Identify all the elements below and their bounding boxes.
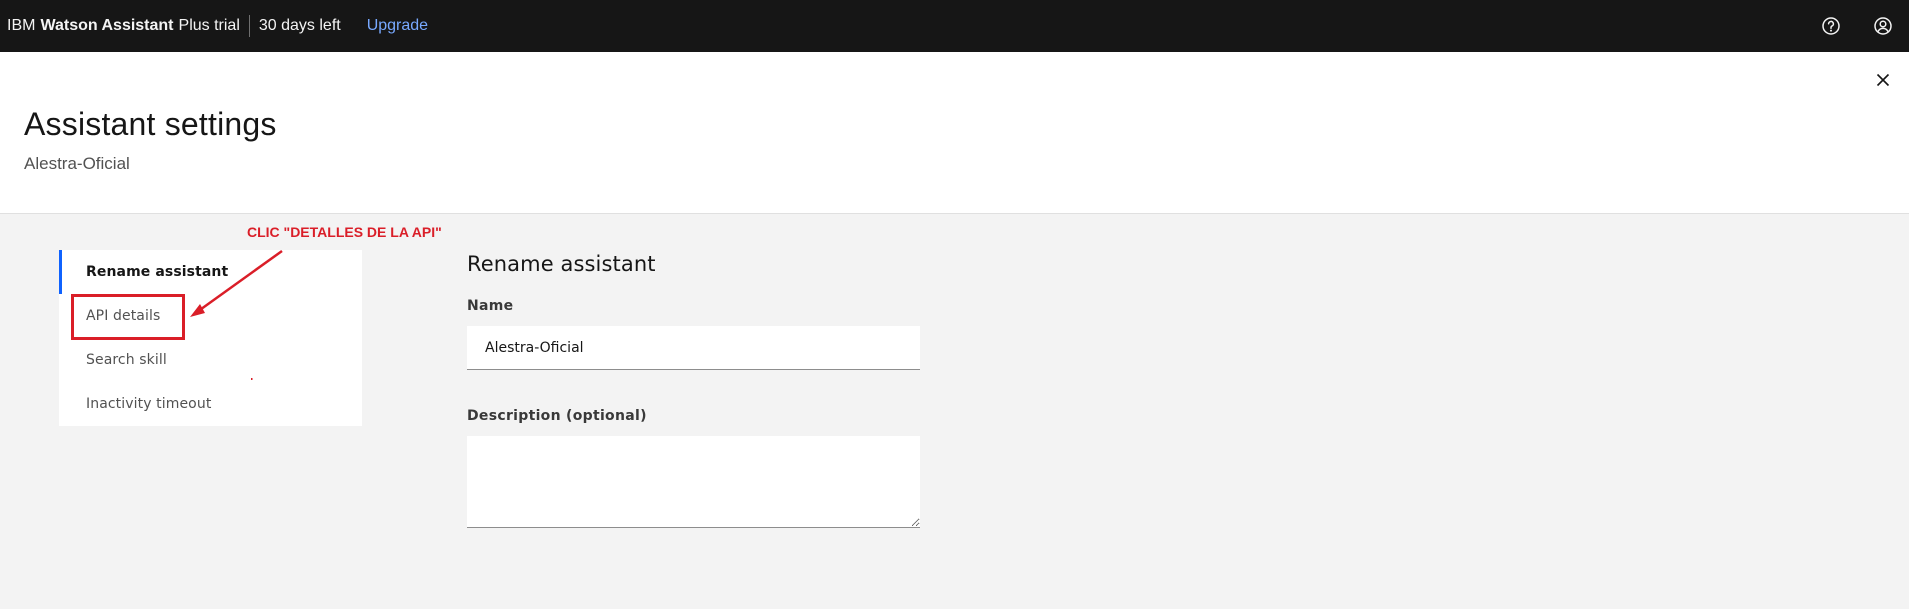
nav-item-search-skill[interactable]: Search skill [59,338,362,382]
help-button[interactable] [1805,0,1857,52]
brand-plan: Plus trial [178,17,240,34]
annotation-highlight-box [71,294,185,340]
annotation-instruction: CLIC "DETALLES DE LA API" [247,224,442,240]
settings-header: Assistant settings Alestra-Oficial [0,52,1909,214]
page-title: Assistant settings [24,106,277,142]
top-navigation-bar: IBM Watson Assistant Plus trial 30 days … [0,0,1909,52]
product-brand[interactable]: IBM Watson Assistant Plus trial [0,0,240,52]
nav-item-label: Rename assistant [86,264,229,280]
user-avatar-icon [1874,17,1892,35]
upgrade-link[interactable]: Upgrade [367,17,428,35]
close-icon [1876,73,1890,87]
topbar-actions [1805,0,1909,52]
nav-item-rename-assistant[interactable]: Rename assistant [59,250,362,294]
header-divider [248,15,250,37]
description-textarea[interactable] [467,436,920,528]
nav-item-label: Search skill [86,352,167,368]
brand-product-name: Watson Assistant [40,17,174,34]
trial-status: 30 days left [258,17,341,34]
nav-item-inactivity-timeout[interactable]: Inactivity timeout [59,382,362,426]
name-input[interactable] [467,326,920,370]
description-field-label: Description (optional) [467,408,647,424]
user-profile-button[interactable] [1857,0,1909,52]
help-icon [1822,17,1840,35]
close-button[interactable] [1871,68,1895,92]
form-title: Rename assistant [467,252,656,276]
nav-item-label: Inactivity timeout [86,396,212,412]
assistant-name-subtitle: Alestra-Oficial [24,154,130,173]
brand-prefix: IBM [7,17,36,34]
name-field-label: Name [467,298,514,314]
